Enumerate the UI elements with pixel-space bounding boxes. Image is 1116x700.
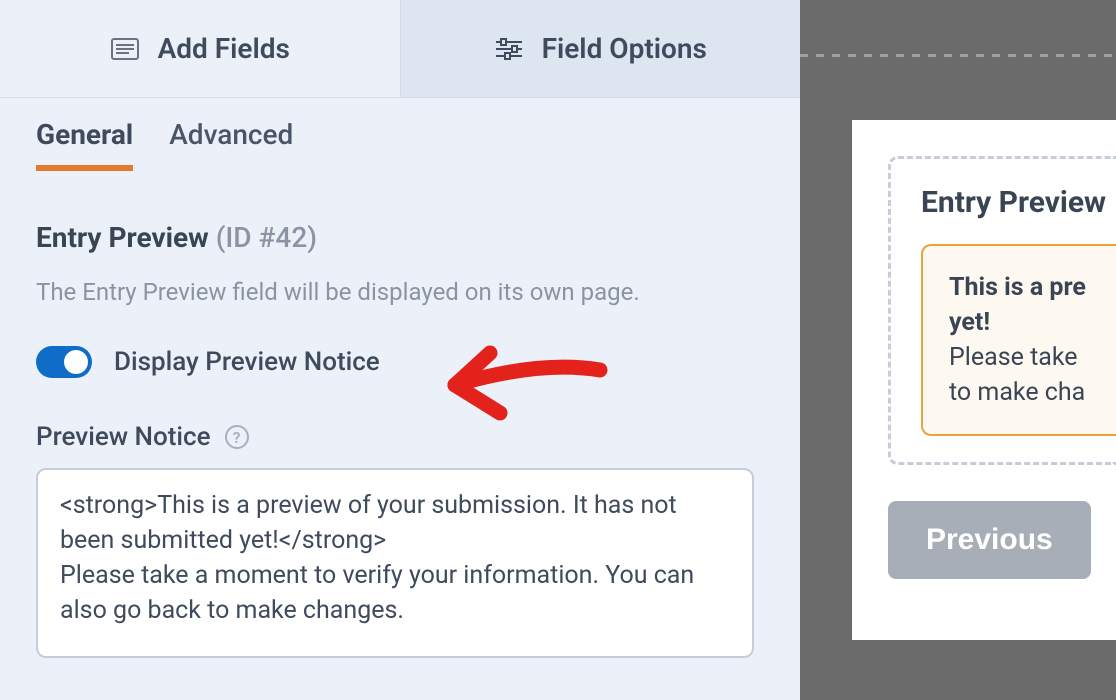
preview-notice-bold-1: This is a pre (949, 273, 1086, 302)
tab-field-options-label: Field Options (542, 32, 707, 65)
toggle-display-preview-notice[interactable] (36, 346, 92, 378)
preview-notice-label: Preview Notice (36, 422, 211, 452)
field-title: Entry Preview (ID #42) (36, 221, 764, 254)
help-icon[interactable]: ? (225, 425, 249, 449)
preview-notice-bold-2: yet! (949, 308, 990, 337)
preview-panel: Entry Preview This is a pre yet! Please … (800, 0, 1116, 700)
tab-field-options[interactable]: Field Options (400, 0, 801, 97)
preview-field-container: Entry Preview This is a pre yet! Please … (888, 156, 1116, 465)
preview-notice-line-1: Please take (949, 343, 1078, 372)
subtab-advanced[interactable]: Advanced (169, 118, 293, 171)
sliders-icon (494, 34, 524, 64)
preview-notice-textarea[interactable] (36, 468, 754, 658)
previous-button[interactable]: Previous (888, 501, 1091, 579)
tab-add-fields-label: Add Fields (158, 32, 290, 65)
preview-heading: Entry Preview (921, 185, 1116, 220)
preview-notice-box: This is a pre yet! Please take to make c… (921, 244, 1116, 436)
subtab-general[interactable]: General (36, 118, 133, 171)
tab-add-fields[interactable]: Add Fields (0, 0, 400, 97)
field-description: The Entry Preview field will be displaye… (36, 278, 764, 306)
toggle-label: Display Preview Notice (114, 347, 380, 377)
preview-notice-line-2: to make cha (949, 378, 1085, 407)
field-name: Entry Preview (36, 221, 209, 254)
field-id: (ID #42) (216, 221, 317, 254)
list-icon (110, 34, 140, 64)
